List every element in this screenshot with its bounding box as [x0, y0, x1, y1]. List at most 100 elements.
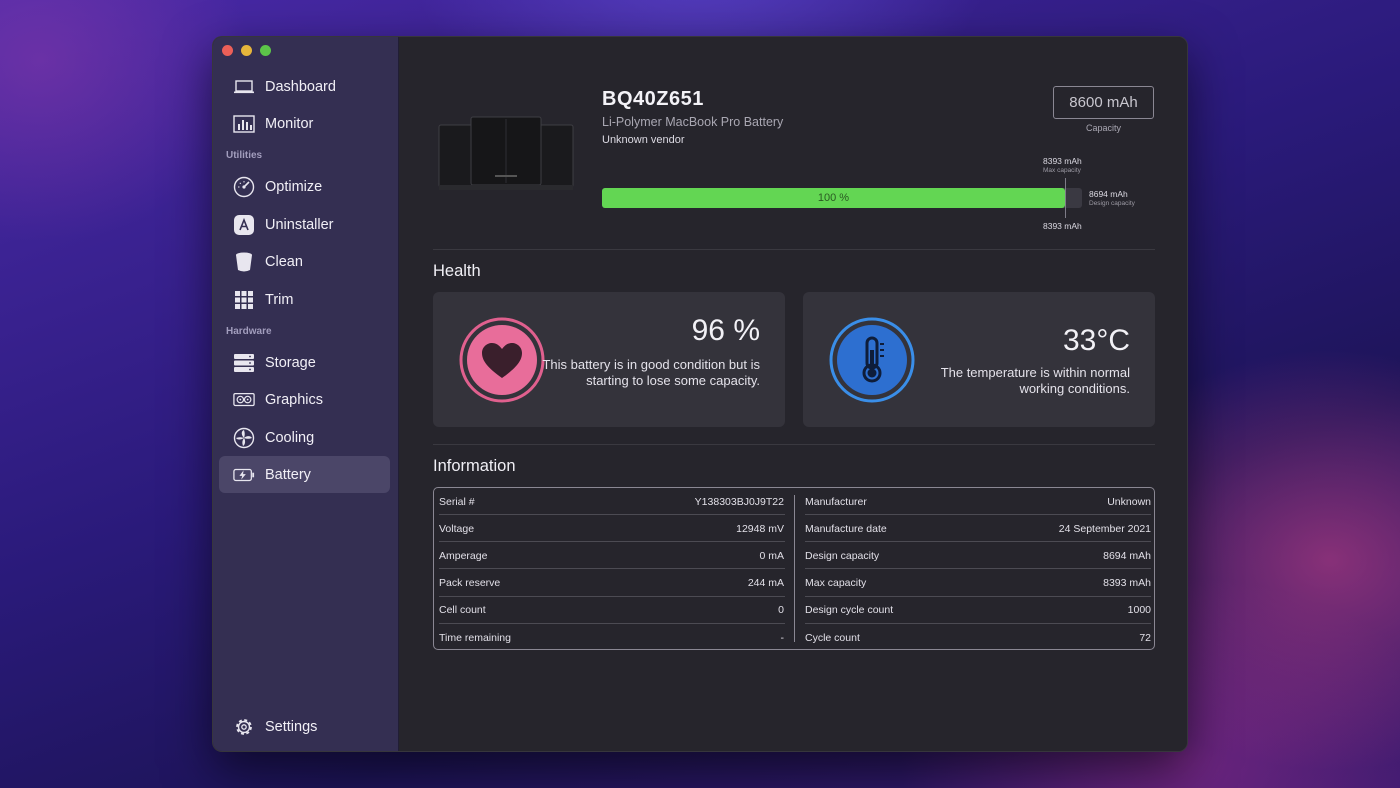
section-label-hardware: Hardware — [226, 326, 272, 337]
sidebar-item-label: Uninstaller — [265, 216, 334, 233]
chart-icon — [233, 113, 255, 135]
current-capacity-value: 8393 mAh — [1043, 221, 1082, 231]
sidebar-item-label: Storage — [265, 354, 316, 371]
row-label: Design capacity — [805, 549, 880, 562]
sidebar-item-label: Cooling — [265, 429, 315, 446]
sidebar: Dashboard Monitor Utilities Optimize Uni… — [213, 37, 399, 751]
row-value: 0 — [778, 604, 784, 617]
max-capacity-label: Max capacity — [1043, 167, 1081, 174]
sidebar-item-label: Settings — [265, 718, 318, 735]
laptop-icon — [233, 76, 255, 98]
sidebar-item-label: Clean — [265, 253, 303, 270]
row-value: 1000 — [1127, 604, 1151, 617]
table-row: Amperage 0 mA — [434, 542, 795, 570]
information-table: Serial # Y138303BJ0J9T22 Voltage 12948 mV Am… — [433, 487, 1155, 650]
row-label: Cycle count — [805, 631, 860, 644]
information-title: Information — [433, 457, 516, 475]
sidebar-item-clean[interactable]: Clean — [219, 243, 390, 280]
sidebar-item-label: Optimize — [265, 178, 323, 195]
row-value: Unknown — [1107, 495, 1151, 508]
table-row: Cycle count 72 — [795, 624, 1154, 649]
storage-icon — [233, 352, 255, 374]
minimize-window-button[interactable] — [241, 45, 252, 56]
charge-progress-fill: 100 % — [602, 188, 1065, 208]
temperature-description: The temperature is within normal working… — [940, 365, 1130, 396]
battery-vendor: Unknown vendor — [602, 134, 685, 146]
battery-type: Li-Polymer MacBook Pro Battery — [602, 115, 784, 129]
table-row: Manufacture date 24 September 2021 — [795, 515, 1154, 543]
divider — [433, 444, 1155, 445]
trash-bin-icon — [233, 251, 255, 273]
battery-image — [438, 116, 574, 190]
sidebar-item-dashboard[interactable]: Dashboard — [219, 68, 390, 105]
capacity-value: 8600 mAh — [1053, 86, 1154, 119]
table-row: Serial # Y138303BJ0J9T22 — [434, 488, 795, 515]
section-label-utilities: Utilities — [226, 150, 263, 161]
sidebar-item-optimize[interactable]: Optimize — [219, 168, 390, 205]
row-value: 244 mA — [747, 577, 784, 590]
charge-percent-label: 100 % — [817, 192, 850, 204]
sidebar-item-graphics[interactable]: Graphics — [219, 381, 390, 418]
row-label: Max capacity — [805, 577, 867, 590]
grid-icon — [233, 289, 255, 311]
row-value: Y138303BJ0J9T22 — [694, 495, 784, 508]
sidebar-item-trim[interactable]: Trim — [219, 281, 390, 318]
design-capacity-value: 8694 mAh — [1089, 189, 1128, 199]
sidebar-item-label: Battery — [265, 466, 311, 483]
sidebar-item-label: Dashboard — [265, 78, 336, 95]
table-row: Design cycle count 1000 — [795, 597, 1154, 624]
sidebar-item-uninstaller[interactable]: Uninstaller — [219, 206, 390, 243]
max-capacity-value: 8393 mAh — [1043, 156, 1082, 166]
health-description: This battery is in good condition but is… — [542, 357, 760, 388]
temperature-card: 33°C The temperature is within normal wo… — [803, 292, 1155, 427]
main-content: BQ40Z651 Li-Polymer MacBook Pro Battery … — [399, 37, 1187, 751]
row-value: 0 mA — [759, 549, 784, 562]
charge-progress-bar: 100 % — [602, 188, 1082, 208]
row-label: Design cycle count — [805, 604, 894, 617]
sidebar-item-storage[interactable]: Storage — [219, 344, 390, 381]
table-row: Design capacity 8694 mAh — [795, 542, 1154, 570]
row-label: Pack reserve — [439, 577, 501, 590]
divider — [433, 249, 1155, 250]
sidebar-item-label: Trim — [265, 291, 294, 308]
table-row: Time remaining - — [434, 624, 795, 649]
row-value: 8393 mAh — [1103, 577, 1151, 590]
table-row: Cell count 0 — [434, 597, 795, 624]
sidebar-item-label: Monitor — [265, 115, 314, 132]
row-label: Time remaining — [439, 631, 511, 644]
sidebar-item-settings[interactable]: Settings — [219, 708, 390, 745]
row-value: - — [780, 631, 785, 644]
app-window: Dashboard Monitor Utilities Optimize Uni… — [212, 36, 1188, 752]
table-row: Manufacturer Unknown — [795, 488, 1154, 515]
sidebar-item-battery[interactable]: Battery — [219, 456, 390, 493]
sidebar-item-cooling[interactable]: Cooling — [219, 419, 390, 456]
row-label: Serial # — [439, 495, 475, 508]
row-value: 12948 mV — [736, 522, 784, 535]
capacity-label: Capacity — [1085, 123, 1121, 133]
health-percent: 96 % — [691, 314, 760, 347]
fan-icon — [233, 427, 255, 449]
app-store-icon — [233, 214, 255, 236]
row-label: Voltage — [439, 522, 475, 535]
sidebar-item-label: Graphics — [265, 391, 324, 408]
table-row: Pack reserve 244 mA — [434, 570, 795, 597]
sidebar-item-monitor[interactable]: Monitor — [219, 105, 390, 142]
design-capacity-label: Design capacity — [1089, 200, 1135, 207]
row-label: Manufacture date — [805, 522, 887, 535]
max-capacity-marker — [1065, 178, 1066, 218]
row-label: Amperage — [439, 549, 488, 562]
temperature-value: 33°C — [1062, 324, 1130, 357]
zoom-window-button[interactable] — [260, 45, 271, 56]
table-row: Max capacity 8393 mAh — [795, 570, 1154, 597]
gear-icon — [233, 716, 255, 738]
close-window-button[interactable] — [222, 45, 233, 56]
row-value: 24 September 2021 — [1058, 522, 1151, 535]
table-row: Voltage 12948 mV — [434, 515, 795, 543]
row-label: Cell count — [439, 604, 486, 617]
window-controls — [222, 45, 271, 56]
graphics-card-icon — [233, 389, 255, 411]
information-left-column: Serial # Y138303BJ0J9T22 Voltage 12948 mV Am… — [434, 488, 795, 649]
gauge-icon — [233, 176, 255, 198]
row-value: 8694 mAh — [1103, 549, 1151, 562]
row-value: 72 — [1139, 631, 1151, 644]
